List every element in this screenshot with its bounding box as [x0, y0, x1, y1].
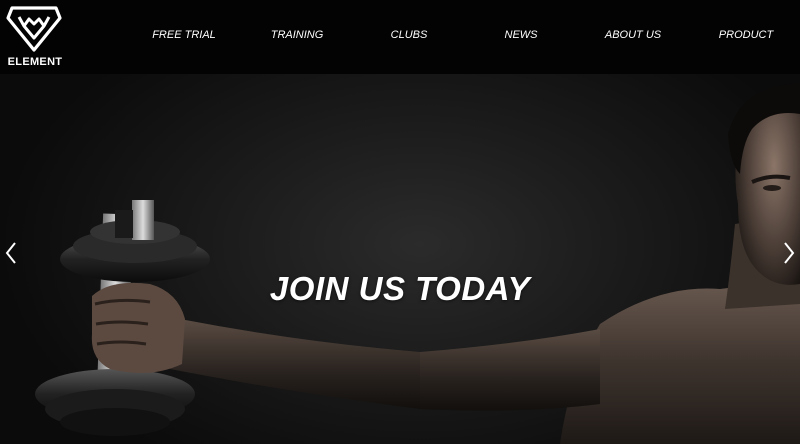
nav-item-training[interactable]: TRAINING [271, 28, 324, 42]
hero-image [35, 82, 800, 444]
nav-item-product[interactable]: PRODUCT [719, 28, 773, 42]
chevron-left-icon [5, 242, 16, 264]
nav-item-news[interactable]: NEWS [505, 28, 538, 42]
site-header: ELEMENT FREE TRIAL TRAINING CLUBS NEWS A… [0, 0, 800, 74]
hero-headline: JOIN US TODAY [269, 270, 531, 307]
main-nav: FREE TRIAL TRAINING CLUBS NEWS ABOUT US … [0, 0, 800, 74]
nav-item-clubs[interactable]: CLUBS [391, 28, 428, 42]
slider-prev-button[interactable] [2, 239, 22, 267]
slider-next-button[interactable] [778, 239, 798, 267]
chevron-right-icon [784, 242, 795, 264]
nav-item-free-trial[interactable]: FREE TRIAL [152, 28, 216, 42]
nav-item-about-us[interactable]: ABOUT US [605, 28, 661, 42]
hero-slider: JOIN US TODAY [0, 74, 800, 444]
